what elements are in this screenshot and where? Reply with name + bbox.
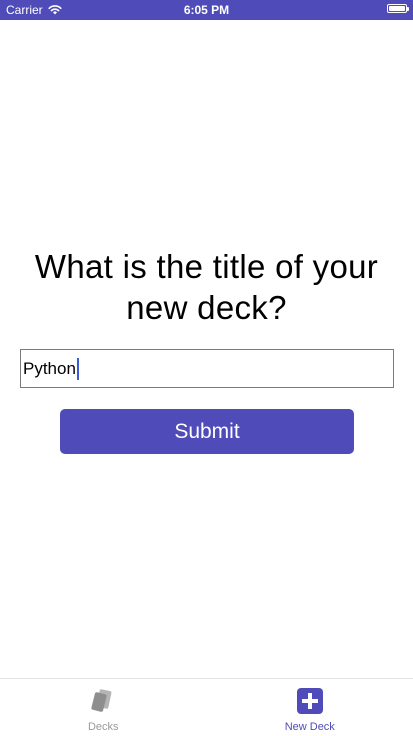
tab-bar: Decks New Deck [0,678,413,736]
deck-title-input[interactable]: Python [20,349,394,388]
status-bar: Carrier 6:05 PM [0,0,413,20]
battery-icon [387,4,409,13]
submit-button[interactable]: Submit [60,409,354,454]
tab-new-deck[interactable]: New Deck [207,679,413,736]
tab-new-deck-label: New Deck [284,721,335,733]
battery-level [389,6,405,11]
cards-icon [91,689,112,712]
tab-decks[interactable]: Decks [0,679,207,736]
app-screen: Carrier 6:05 PM What is the title of you… [0,0,413,736]
deck-title-input-value: Python [23,358,76,378]
text-caret [76,357,79,380]
tab-decks-label: Decks [87,721,119,733]
plus-square-icon [296,688,323,714]
deck-title-question: What is the title of your new deck? [34,248,379,326]
status-time: 6:05 PM [183,3,230,17]
